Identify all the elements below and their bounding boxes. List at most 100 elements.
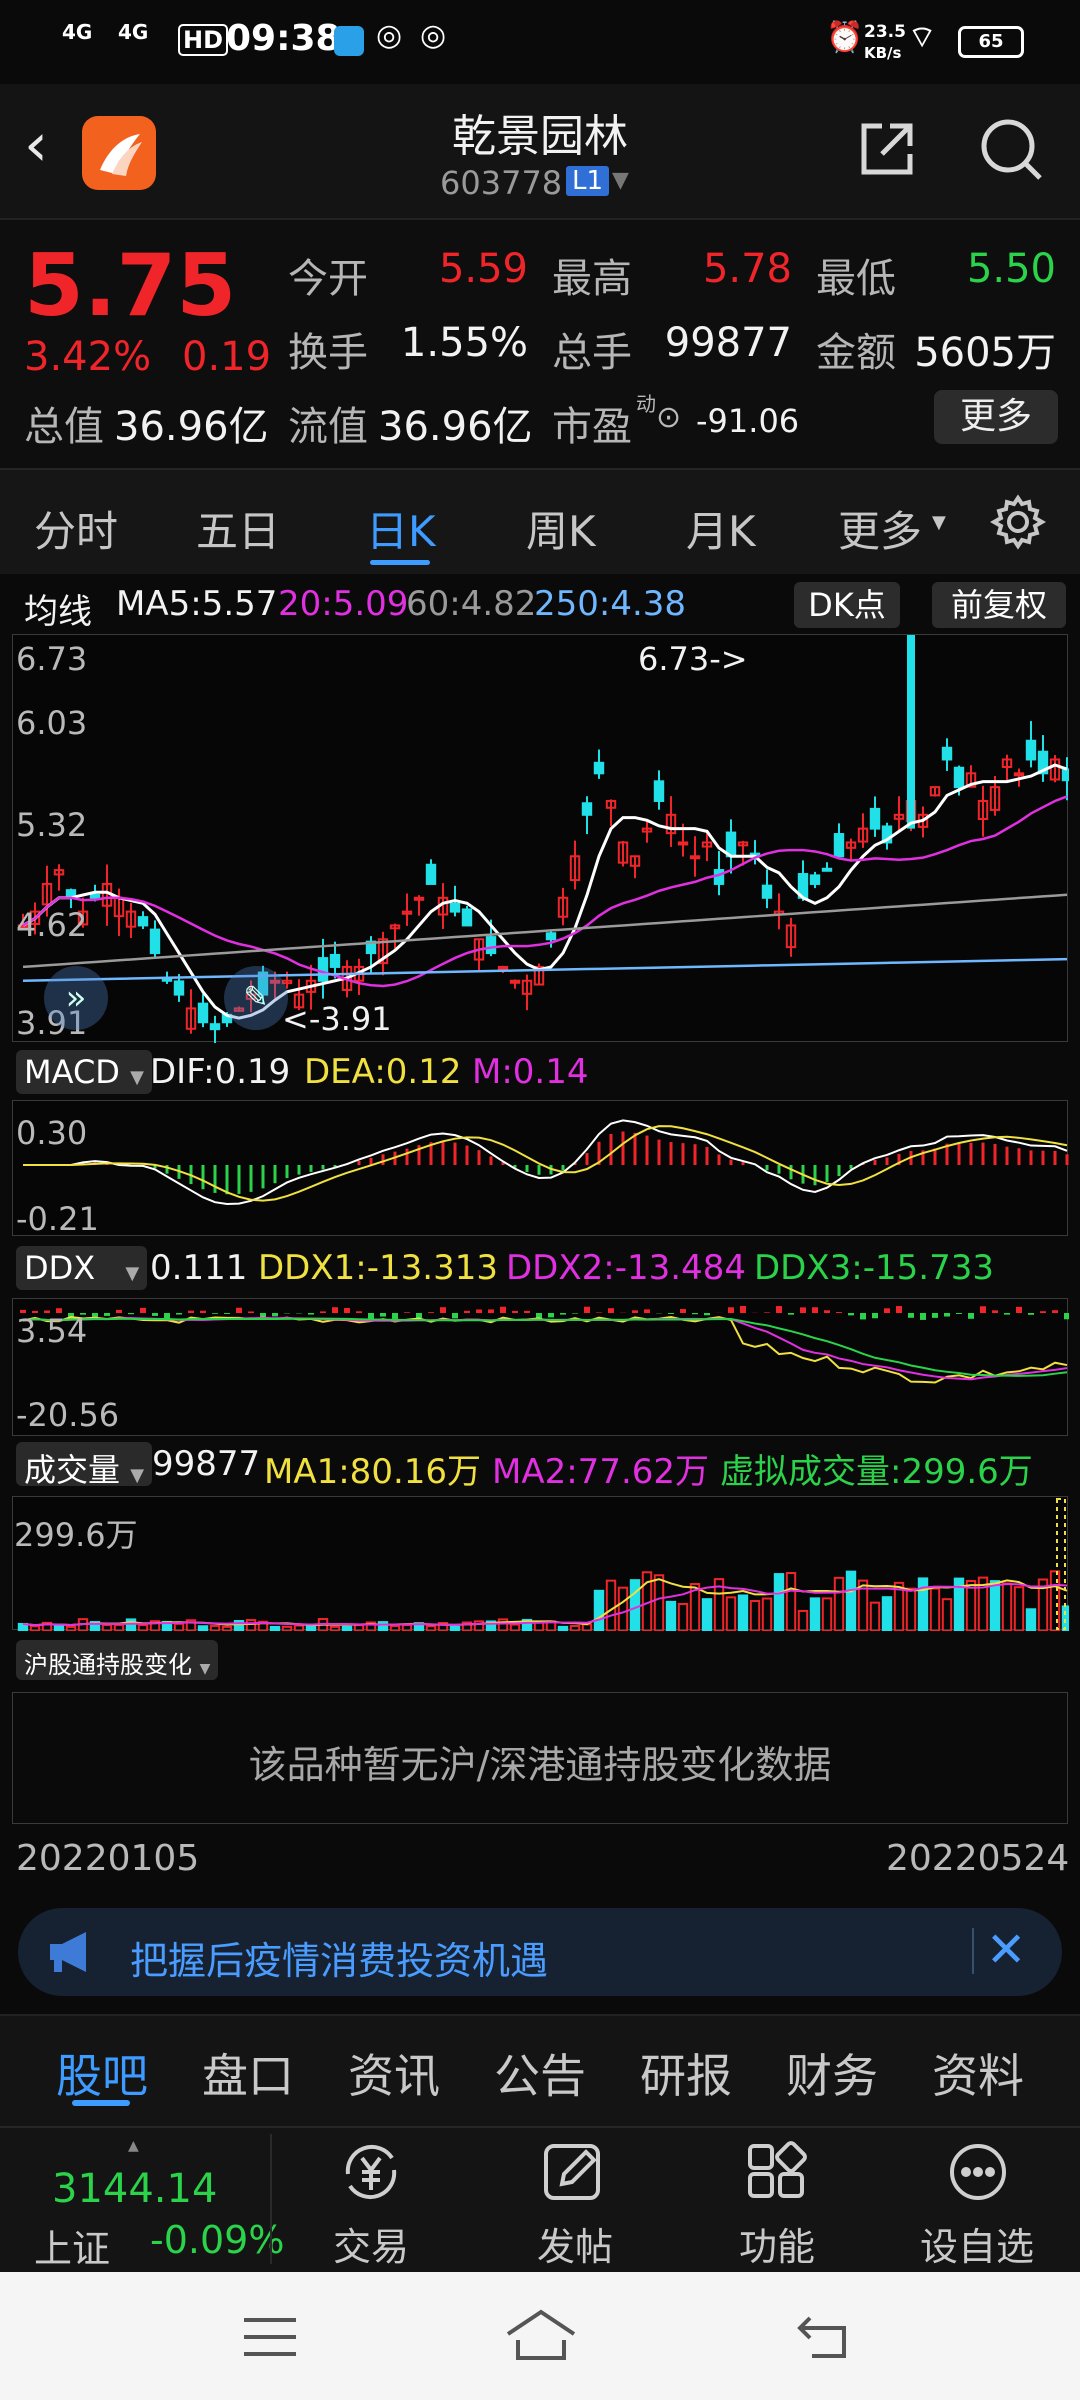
expand-icon[interactable]: » <box>44 966 108 1030</box>
volume-bar <box>917 1577 929 1633</box>
candle-body <box>329 953 341 968</box>
gear-icon[interactable] <box>989 494 1047 554</box>
float-label: 流值 <box>288 404 368 450</box>
hk-connect-selector[interactable]: 沪股通持股变化 ▼ <box>16 1640 219 1680</box>
info-icon[interactable]: ⊙ <box>656 400 681 435</box>
home-icon[interactable] <box>504 2308 578 2366</box>
back-nav-icon[interactable] <box>796 2312 852 2364</box>
dock-trade-label[interactable]: 交易 <box>304 2216 438 2271</box>
trade-icon[interactable] <box>336 2140 406 2208</box>
index-name: 上证 <box>34 2227 111 2271</box>
candle-body <box>713 869 725 885</box>
volume-selector[interactable]: 成交量 ▼ <box>16 1442 153 1489</box>
mktcap-label: 总值 <box>24 404 104 450</box>
ma-label: 均线 <box>24 592 92 632</box>
dock-functions-label[interactable]: 功能 <box>710 2216 844 2271</box>
ddx-chart[interactable] <box>12 1298 1070 1436</box>
volume-svg <box>17 1498 1073 1633</box>
more-button[interactable]: 更多 <box>934 390 1058 444</box>
volume-chart[interactable] <box>12 1496 1073 1633</box>
ma60-line <box>22 893 1068 969</box>
tab-weekly-k[interactable]: 周K <box>526 498 596 559</box>
candle-body <box>209 1023 221 1031</box>
ma60-value: 60:4.82 <box>406 584 537 624</box>
tab-announcements[interactable]: 公告 <box>494 2040 586 2106</box>
add-watchlist-icon[interactable] <box>946 2140 1010 2208</box>
candle-body <box>833 833 845 858</box>
kline-chart[interactable] <box>12 634 1073 1045</box>
network-indicator-2: 4G <box>118 20 149 44</box>
dock-post-label[interactable]: 发帖 <box>508 2216 642 2271</box>
weibo-icon-2: ◎ <box>420 18 447 53</box>
candle-body <box>509 979 521 984</box>
open-label: 今开 <box>288 256 368 302</box>
tab-profile[interactable]: 资料 <box>932 2040 1024 2106</box>
hk-connect-empty-text: 该品种暂无沪/深港通持股变化数据 <box>248 1743 832 1787</box>
volume-ma2: MA2:77.62万 <box>492 1452 710 1492</box>
megaphone-icon <box>46 1928 98 1980</box>
tab-pankou[interactable]: 盘口 <box>202 2040 294 2106</box>
volume-bar <box>749 1600 761 1632</box>
open-value: 5.59 <box>438 246 528 292</box>
network-indicator-1: 4G <box>62 20 93 44</box>
candle-body <box>1013 772 1025 777</box>
tab-financials[interactable]: 财务 <box>786 2040 878 2106</box>
volume-bar <box>797 1609 809 1632</box>
virtual-volume: 虚拟成交量:299.6万 <box>720 1452 1033 1492</box>
volume-bar <box>785 1572 797 1632</box>
amount-label: 金额 <box>816 330 896 376</box>
volume-bar <box>353 1624 365 1632</box>
tab-research[interactable]: 研报 <box>640 2040 732 2106</box>
high-label: 最高 <box>552 256 632 302</box>
volume-bar <box>425 1625 437 1632</box>
page-title: 乾景园林 <box>452 111 628 162</box>
macd-chart[interactable] <box>12 1100 1069 1236</box>
banner-text: 把握后疫情消费投资机遇 <box>130 1939 549 1983</box>
adjust-button[interactable]: 前复权 <box>932 582 1066 628</box>
ddx-value: 0.111 <box>150 1248 248 1288</box>
chevron-down-icon[interactable]: ▼ <box>612 168 629 193</box>
menu-icon[interactable] <box>242 2316 298 2362</box>
level-badge[interactable]: L1 <box>566 166 610 196</box>
index-value[interactable]: 3144.14 <box>52 2166 217 2212</box>
search-icon[interactable] <box>978 116 1046 188</box>
volume-selector-label: 成交量 <box>24 1451 121 1489</box>
ddx-selector[interactable]: DDX ▼ <box>16 1246 148 1290</box>
functions-icon[interactable] <box>744 2140 808 2208</box>
date-start: 20220105 <box>16 1838 200 1879</box>
candle-body <box>809 874 821 885</box>
share-icon[interactable] <box>856 118 918 184</box>
post-icon[interactable] <box>540 2140 606 2208</box>
candle-body <box>821 867 833 872</box>
ma250-line <box>22 957 1068 983</box>
tab-more[interactable]: 更多 <box>838 498 922 559</box>
tab-daily-k[interactable]: 日K <box>366 498 436 559</box>
tab-guba[interactable]: 股吧 <box>56 2040 148 2106</box>
dk-point-button[interactable]: DK点 <box>794 582 900 628</box>
low-value: 5.50 <box>966 246 1056 292</box>
tab-five-day[interactable]: 五日 <box>196 498 280 559</box>
volume-bar <box>905 1587 917 1632</box>
volume-bar <box>617 1586 629 1632</box>
candle-body <box>449 902 461 913</box>
tab-intraday[interactable]: 分时 <box>34 498 118 559</box>
macd-selector[interactable]: MACD ▼ <box>16 1050 152 1094</box>
macd-svg <box>23 1119 1069 1206</box>
caret-down-icon: ▼ <box>130 1067 144 1088</box>
price-tick-4: 4.62 <box>16 906 88 944</box>
volume-bar <box>737 1594 749 1632</box>
volume-bar <box>245 1619 257 1632</box>
close-icon[interactable]: ✕ <box>986 1922 1026 1978</box>
net-speed-value: 23.5 <box>864 22 906 42</box>
candle-body <box>137 916 149 927</box>
tab-news[interactable]: 资讯 <box>348 2040 440 2106</box>
volume-bar <box>377 1621 389 1632</box>
tab-monthly-k[interactable]: 月K <box>686 498 756 559</box>
candle-body <box>1025 739 1037 761</box>
volume-bar <box>989 1580 1001 1632</box>
ma20-value: 20:5.09 <box>278 584 409 624</box>
volume-bar <box>341 1625 353 1632</box>
drawing-tool-icon[interactable]: ✎ <box>224 966 288 1030</box>
macd-tick-1: 0.30 <box>16 1114 88 1152</box>
dock-add-watchlist-label[interactable]: 设自选 <box>902 2216 1052 2271</box>
